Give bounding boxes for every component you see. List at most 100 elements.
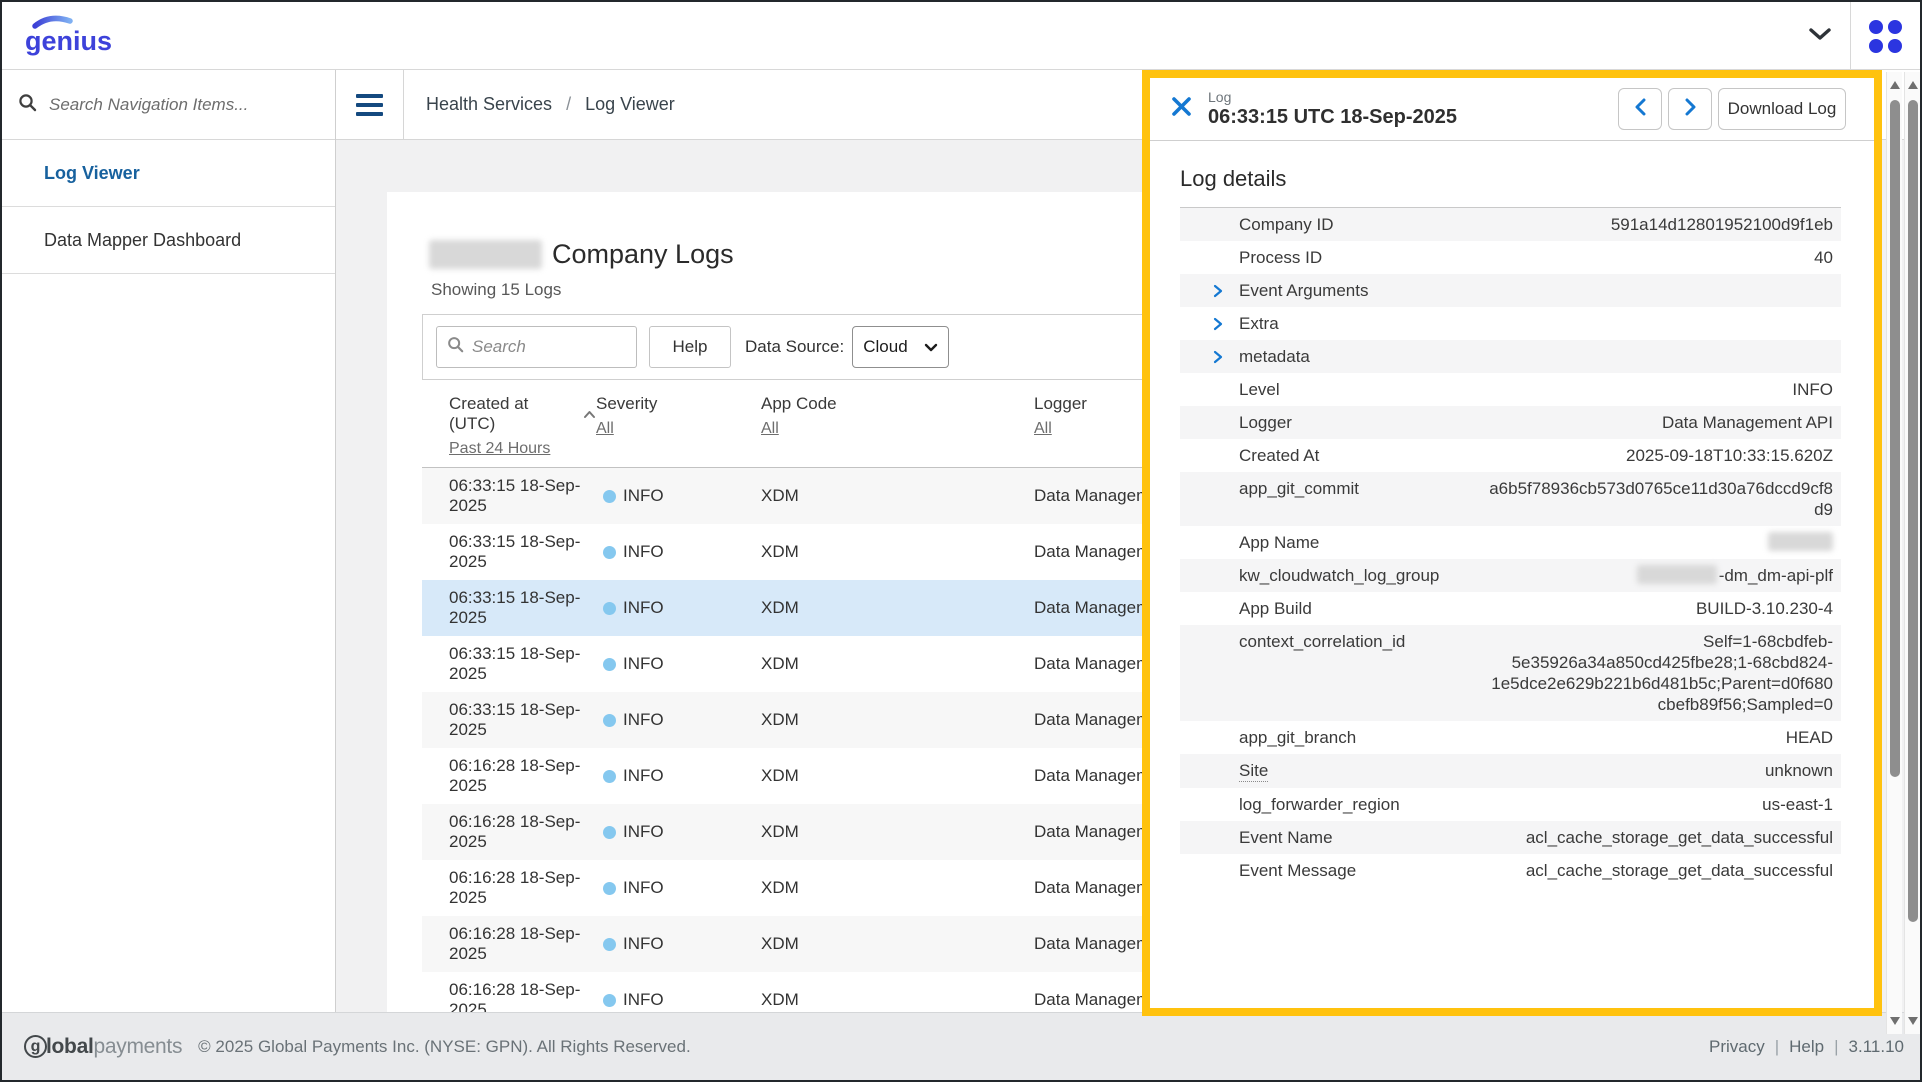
app-code-cell: XDM [761, 822, 1034, 842]
column-created-at[interactable]: Created at (UTC) Past 24 Hours [449, 394, 596, 458]
field-value: 591a14d12801952100d9f1eb [1611, 214, 1833, 235]
log-detail-row: kw_cloudwatch_log_group-dm_dm-api-plf [1180, 559, 1841, 592]
log-detail-row: app_git_branchHEAD [1180, 721, 1841, 754]
data-source-select[interactable]: Cloud [852, 326, 949, 368]
log-detail-row: log_forwarder_regionus-east-1 [1180, 788, 1841, 821]
sidebar-search-input[interactable] [49, 95, 319, 115]
log-detail-row[interactable]: Event Arguments [1180, 274, 1841, 307]
breadcrumb-log-viewer: Log Viewer [585, 94, 675, 115]
top-bar: genius [2, 2, 1920, 70]
breadcrumb-separator: / [566, 94, 571, 115]
scroll-up-icon[interactable] [1908, 81, 1918, 89]
table-row[interactable]: 06:16:28 18-Sep-2025INFOXDMData Manageme… [422, 916, 1164, 972]
created-at-cell: 06:16:28 18-Sep-2025 [449, 924, 596, 964]
log-detail-row: App Name [1180, 526, 1841, 559]
log-detail-row: LoggerData Management API [1180, 406, 1841, 439]
log-detail-row: Level INFO [1180, 373, 1841, 406]
log-search-box[interactable] [436, 326, 637, 368]
created-at-cell: 06:33:15 18-Sep-2025 [449, 588, 596, 628]
field-label: Level [1239, 379, 1280, 400]
log-detail-fields: Company ID591a14d12801952100d9f1ebProces… [1180, 208, 1841, 887]
panel-body: Log details Company ID591a14d12801952100… [1150, 141, 1874, 887]
log-detail-row: app_git_commita6b5f78936cb573d0765ce11d3… [1180, 472, 1841, 526]
search-icon [447, 336, 464, 358]
account-menu-button[interactable] [1790, 2, 1850, 70]
sidebar-item-data-mapper-dashboard[interactable]: Data Mapper Dashboard [2, 207, 335, 274]
table-row[interactable]: 06:33:15 18-Sep-2025INFOXDMData Manageme… [422, 636, 1164, 692]
panel-header: Log 06:33:15 UTC 18-Sep-2025 Download Lo… [1150, 78, 1874, 141]
scroll-up-icon[interactable] [1890, 81, 1900, 89]
field-label: Event Arguments [1239, 280, 1368, 301]
outer-scrollbar[interactable] [1886, 72, 1902, 1034]
log-search-input[interactable] [472, 337, 626, 357]
field-label: Event Message [1239, 860, 1356, 881]
filter-severity[interactable]: All [596, 420, 614, 438]
scroll-down-icon[interactable] [1890, 1017, 1900, 1025]
footer: globalpayments © 2025 Global Payments In… [2, 1012, 1920, 1080]
table-row[interactable]: 06:33:15 18-Sep-2025INFOXDMData Manageme… [422, 580, 1164, 636]
field-value: 40 [1814, 247, 1833, 268]
field-value: Self=1-68cbdfeb-5e35926a34a850cd425fbe28… [1488, 631, 1833, 715]
sidebar-search[interactable] [2, 70, 335, 140]
column-app-code[interactable]: App Code All [761, 394, 1034, 458]
table-row[interactable]: 06:16:28 18-Sep-2025INFOXDMData Manageme… [422, 972, 1164, 1012]
field-value [1768, 532, 1833, 553]
sidebar-item-log-viewer[interactable]: Log Viewer [2, 140, 335, 207]
created-at-cell: 06:16:28 18-Sep-2025 [449, 980, 596, 1012]
scroll-down-icon[interactable] [1908, 1017, 1918, 1025]
app-code-cell: XDM [761, 990, 1034, 1010]
log-table: Created at (UTC) Past 24 Hours Severity … [422, 394, 1164, 1012]
filter-app-code[interactable]: All [761, 420, 779, 438]
app-launcher-button[interactable] [1850, 2, 1920, 70]
panel-scrollbar[interactable] [1904, 72, 1920, 1034]
help-button[interactable]: Help [649, 326, 731, 368]
field-value: INFO [1792, 379, 1833, 400]
severity-dot-icon [603, 770, 616, 783]
scrollbar-thumb[interactable] [1890, 100, 1900, 777]
log-detail-row[interactable]: Extra [1180, 307, 1841, 340]
breadcrumb-health-services[interactable]: Health Services [426, 94, 552, 115]
app-code-cell: XDM [761, 710, 1034, 730]
field-value: BUILD-3.10.230-4 [1696, 598, 1833, 619]
next-log-button[interactable] [1668, 88, 1712, 130]
created-at-cell: 06:33:15 18-Sep-2025 [449, 476, 596, 516]
severity-cell: INFO [603, 934, 761, 954]
table-row[interactable]: 06:33:15 18-Sep-2025INFOXDMData Manageme… [422, 692, 1164, 748]
field-label[interactable]: Site [1239, 760, 1268, 782]
sidebar: Log Viewer Data Mapper Dashboard [2, 70, 336, 1016]
severity-cell: INFO [603, 598, 761, 618]
field-label: Company ID [1239, 214, 1333, 235]
page-title: Company Logs [552, 239, 734, 270]
redacted-value [1768, 532, 1833, 551]
table-row[interactable]: 06:33:15 18-Sep-2025INFOXDMData Manageme… [422, 468, 1164, 524]
severity-dot-icon [603, 882, 616, 895]
panel-eyebrow: Log [1208, 89, 1457, 105]
created-at-cell: 06:16:28 18-Sep-2025 [449, 868, 596, 908]
table-row[interactable]: 06:16:28 18-Sep-2025INFOXDMData Manageme… [422, 748, 1164, 804]
log-detail-row[interactable]: metadata [1180, 340, 1841, 373]
created-at-cell: 06:33:15 18-Sep-2025 [449, 700, 596, 740]
column-severity[interactable]: Severity All [596, 394, 761, 458]
help-link[interactable]: Help [1789, 1037, 1824, 1057]
app-code-cell: XDM [761, 542, 1034, 562]
field-label: context_correlation_id [1239, 631, 1405, 652]
chevron-right-icon [1213, 348, 1224, 369]
privacy-link[interactable]: Privacy [1709, 1037, 1765, 1057]
sidebar-toggle-button[interactable] [336, 70, 404, 139]
severity-cell: INFO [603, 710, 761, 730]
scrollbar-thumb[interactable] [1908, 100, 1918, 922]
field-label: log_forwarder_region [1239, 794, 1400, 815]
log-detail-row: Event Nameacl_cache_storage_get_data_suc… [1180, 821, 1841, 854]
filter-logger[interactable]: All [1034, 420, 1052, 438]
field-value: Data Management API [1662, 412, 1833, 433]
close-panel-button[interactable] [1166, 94, 1196, 124]
table-row[interactable]: 06:16:28 18-Sep-2025INFOXDMData Manageme… [422, 804, 1164, 860]
filter-created-at[interactable]: Past 24 Hours [449, 440, 550, 458]
field-label: app_git_commit [1239, 478, 1359, 499]
app-code-cell: XDM [761, 654, 1034, 674]
previous-log-button[interactable] [1618, 88, 1662, 130]
download-log-button[interactable]: Download Log [1718, 88, 1846, 130]
table-row[interactable]: 06:16:28 18-Sep-2025INFOXDMData Manageme… [422, 860, 1164, 916]
table-row[interactable]: 06:33:15 18-Sep-2025INFOXDMData Manageme… [422, 524, 1164, 580]
sort-asc-icon [583, 404, 596, 424]
